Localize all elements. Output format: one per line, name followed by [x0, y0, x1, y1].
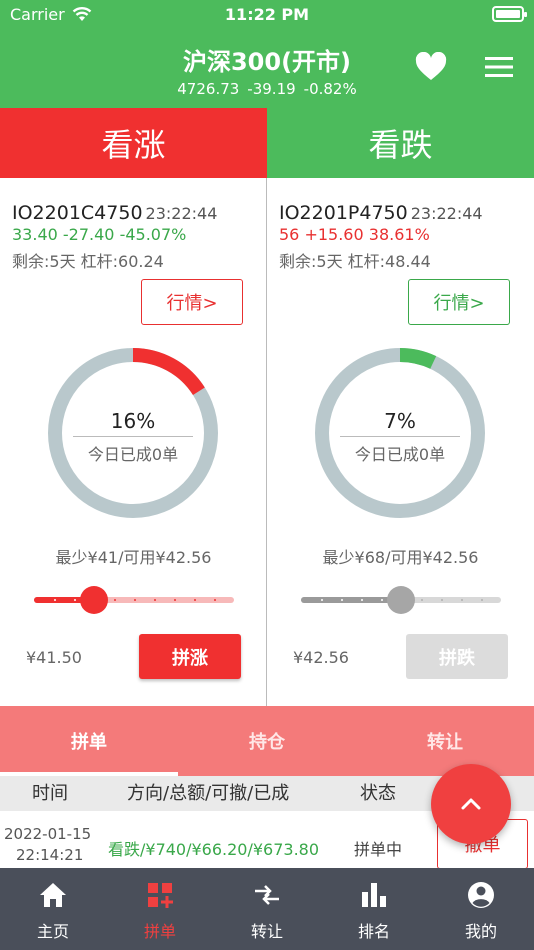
status-bar: Carrier 11:22 PM: [0, 0, 534, 30]
transfer-arrows-icon: [255, 885, 279, 905]
progress-percent: 7%: [384, 409, 416, 433]
bar-chart-icon: [362, 883, 386, 907]
slider-tick: [74, 599, 76, 601]
nav-group-orders[interactable]: 拼单: [107, 868, 213, 950]
index-change-pct: -0.82%: [303, 80, 357, 98]
call-progress-ring: 16% 今日已成0单: [47, 347, 219, 519]
slider-thumb[interactable]: [80, 586, 108, 614]
put-amount-slider[interactable]: [301, 586, 501, 614]
option-change-pct: 38.61%: [368, 225, 430, 244]
option-change: +15.60: [304, 225, 364, 244]
slider-tick: [54, 599, 56, 601]
slider-tick: [194, 599, 196, 601]
nav-label: 拼单: [143, 922, 176, 941]
slider-tick: [174, 599, 176, 601]
option-time: 23:22:44: [410, 204, 483, 223]
put-progress-ring: 7% 今日已成0单: [314, 347, 486, 519]
slider-tick: [481, 599, 483, 601]
tab-positions[interactable]: 持仓: [178, 706, 356, 776]
option-code: IO2201C4750: [12, 202, 143, 224]
option-remain: 剩余:5天 杠杆:60.24: [12, 252, 164, 271]
today-deals: 今日已成0单: [354, 445, 446, 464]
menu-icon[interactable]: [485, 56, 513, 78]
call-quote-button[interactable]: 行情>: [141, 279, 243, 325]
slider-tick: [134, 599, 136, 601]
home-icon: [40, 883, 66, 907]
nav-bar: 沪深300(开市) 4726.73 -39.19 -0.82%: [0, 30, 534, 108]
tab-group-orders[interactable]: 拼单: [0, 706, 178, 776]
option-change-pct: -45.07%: [119, 225, 187, 244]
min-available: 最少¥68/可用¥42.56: [322, 548, 479, 567]
row-date: 2022-01-15: [4, 825, 92, 843]
row-state: 拼单中: [354, 840, 403, 859]
battery-icon: [492, 6, 527, 22]
option-price-line: 33.40 -27.40 -45.07%: [12, 225, 186, 244]
option-code-line: IO2201P4750 23:22:44: [279, 202, 483, 224]
slider-tick: [114, 599, 116, 601]
user-circle-icon: [468, 882, 494, 908]
ring-divider: [340, 436, 460, 437]
slider-tick: [421, 599, 423, 601]
slider-tick: [381, 599, 383, 601]
clock: 11:22 PM: [224, 5, 310, 24]
today-deals: 今日已成0单: [87, 445, 179, 464]
slider-thumb[interactable]: [387, 586, 415, 614]
scroll-top-button[interactable]: [431, 764, 511, 844]
nav-label: 我的: [464, 922, 497, 941]
put-amount: ¥42.56: [293, 648, 349, 667]
slider-tick: [154, 599, 156, 601]
option-time: 23:22:44: [145, 204, 218, 223]
min-available: 最少¥41/可用¥42.56: [55, 548, 212, 567]
grid-plus-icon: [148, 883, 173, 908]
progress-percent: 16%: [110, 409, 156, 433]
index-value: 4726.73: [177, 80, 240, 98]
nav-label: 转让: [250, 922, 283, 941]
nav-label: 排名: [357, 922, 390, 941]
call-amount-slider[interactable]: [34, 586, 234, 614]
option-price: 56: [279, 225, 300, 244]
column-state: 状态: [360, 783, 396, 804]
nav-profile[interactable]: 我的: [428, 868, 534, 950]
put-option-panel: IO2201P4750 23:22:44 56 +15.60 38.61% 剩余:…: [267, 178, 534, 706]
option-remain: 剩余:5天 杠杆:48.44: [279, 252, 431, 271]
nav-home[interactable]: 主页: [0, 868, 106, 950]
row-time: 22:14:21: [16, 846, 84, 864]
join-call-button[interactable]: 拼涨: [139, 634, 241, 679]
row-detail: 看跌/¥740/¥66.20/¥673.80: [108, 840, 320, 859]
slider-tick: [341, 599, 343, 601]
page-title: 沪深300(开市): [182, 48, 352, 76]
call-direction-tab[interactable]: 看涨: [0, 108, 267, 178]
slider-tick: [441, 599, 443, 601]
nav-transfer[interactable]: 转让: [214, 868, 320, 950]
order-tabs: 拼单 持仓 转让: [0, 706, 534, 776]
join-put-button[interactable]: 拼跌: [406, 634, 508, 679]
chevron-up-icon: [461, 798, 481, 810]
tab-transfer[interactable]: 转让: [356, 706, 534, 776]
put-quote-button[interactable]: 行情>: [408, 279, 510, 325]
heart-icon[interactable]: [415, 52, 447, 82]
slider-tick: [214, 599, 216, 601]
nav-ranking[interactable]: 排名: [321, 868, 427, 950]
nav-label: 主页: [36, 922, 69, 941]
column-time: 时间: [32, 783, 68, 804]
ring-divider: [73, 436, 193, 437]
option-change: -27.40: [62, 225, 115, 244]
call-option-panel: IO2201C4750 23:22:44 33.40 -27.40 -45.07%…: [0, 178, 267, 706]
slider-tick: [461, 599, 463, 601]
option-price-line: 56 +15.60 38.61%: [279, 225, 430, 244]
slider-tick: [321, 599, 323, 601]
put-direction-tab[interactable]: 看跌: [267, 108, 534, 178]
slider-tick: [361, 599, 363, 601]
option-code-line: IO2201C4750 23:22:44: [12, 202, 217, 224]
option-price: 33.40: [12, 225, 58, 244]
index-change: -39.19: [247, 80, 296, 98]
option-code: IO2201P4750: [279, 202, 408, 224]
call-amount: ¥41.50: [26, 648, 82, 667]
bottom-nav: 主页 拼单 转让 排名 我的: [0, 868, 534, 950]
column-direction: 方向/总额/可撤/已成: [127, 783, 290, 804]
index-quote: 4726.73 -39.19 -0.82%: [0, 80, 534, 98]
